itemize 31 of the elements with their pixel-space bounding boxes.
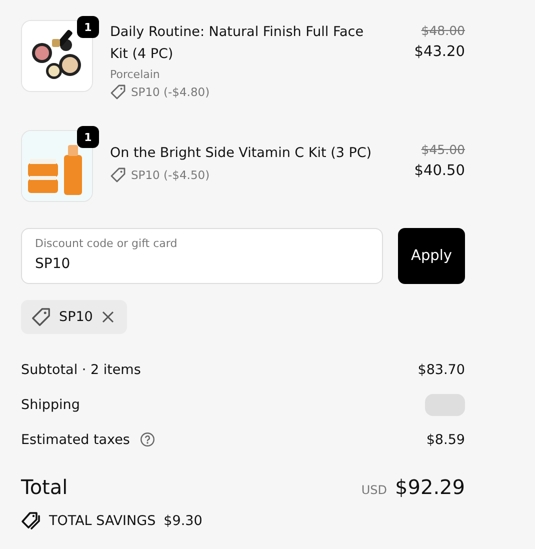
product-title: Daily Routine: Natural Finish Full Face Kit (4 PC) <box>110 23 364 64</box>
tag-icon <box>110 167 126 183</box>
original-price: $48.00 <box>421 23 465 38</box>
summary-value: $8.59 <box>426 432 465 448</box>
code-text: SP10 <box>59 309 93 325</box>
summary-value: $83.70 <box>418 362 465 378</box>
original-price: $45.00 <box>421 142 465 157</box>
summary-label: Subtotal · 2 items <box>21 362 141 378</box>
currency: USD <box>361 483 388 497</box>
price: $43.20 <box>414 44 465 60</box>
discount-text: SP10 (-$4.80) <box>131 85 210 99</box>
discount-text: SP10 (-$4.50) <box>131 168 210 182</box>
savings-label: TOTAL SAVINGS <box>49 513 156 529</box>
price: $40.50 <box>414 163 465 179</box>
summary-label: Shipping <box>21 396 80 412</box>
quantity-badge: 1 <box>77 16 99 38</box>
tags-icon <box>21 511 41 531</box>
summary-label: Estimated taxes <box>21 432 130 448</box>
total-label: Total <box>21 475 68 499</box>
savings-value: $9.30 <box>164 513 202 529</box>
tag-icon <box>110 84 126 100</box>
apply-button[interactable]: Apply <box>398 228 465 284</box>
tag-icon <box>31 307 51 327</box>
product-title: On the Bright Side Vitamin C Kit (3 PC) <box>110 144 372 163</box>
loading-placeholder <box>425 394 465 416</box>
help-icon[interactable] <box>140 432 155 447</box>
close-icon[interactable] <box>100 310 115 324</box>
product-variant: Porcelain <box>110 68 160 81</box>
total-value: $92.29 <box>395 475 465 499</box>
quantity-badge: 1 <box>77 126 99 148</box>
field-label: Discount code or gift card <box>35 237 178 250</box>
